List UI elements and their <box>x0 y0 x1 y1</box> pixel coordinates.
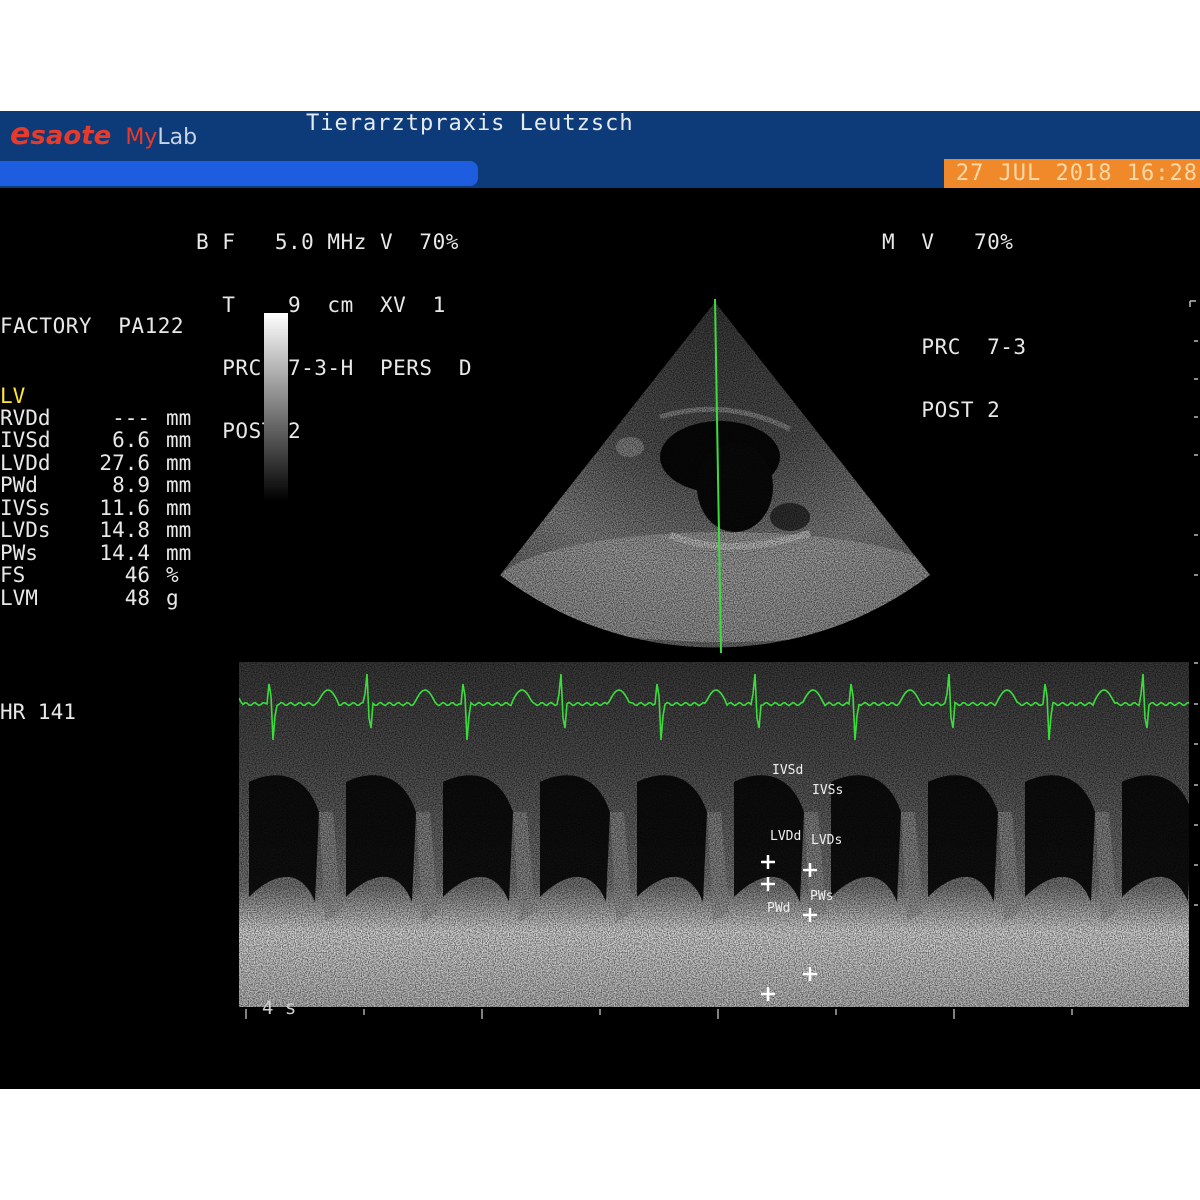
ultrasound-screen: e saote My Lab Tierarztpraxis Leutzsch 27 J… <box>0 111 1200 1089</box>
measurement-label: PWs <box>0 541 38 565</box>
measurement-unit: mm <box>166 406 192 430</box>
caliper-label-ivss: IVSs <box>812 783 844 798</box>
measurement-row: LVDd 27.6 mm <box>0 452 200 475</box>
measurement-value: 48 <box>124 586 150 610</box>
measurement-unit: mm <box>166 428 192 452</box>
clinic-name: Tierarztpraxis Leutzsch <box>306 111 634 136</box>
measurement-row: LVM 48 g <box>0 587 200 610</box>
esaote-mylab-logo: e saote My Lab <box>10 117 197 153</box>
grayscale-bar <box>264 313 288 501</box>
b-param-line: PRC 7-3-H PERS D <box>196 356 473 380</box>
heart-rate: HR 141 <box>0 700 76 724</box>
measurement-unit: mm <box>166 451 192 475</box>
measurement-row: IVSs 11.6 mm <box>0 497 200 520</box>
logo-e: e <box>10 117 31 152</box>
measurement-unit: g <box>166 586 179 610</box>
caliper-label-ivsd: IVSd <box>772 763 804 778</box>
time-ruler <box>245 1009 1073 1019</box>
measurement-label: LVM <box>0 586 38 610</box>
measurement-value: 8.9 <box>112 473 150 497</box>
measurement-row: LVDs 14.8 mm <box>0 519 200 542</box>
logo-lab: Lab <box>157 125 198 150</box>
b-param-line: B F 5.0 MHz V 70% <box>196 230 459 254</box>
measurement-value: 11.6 <box>99 496 150 520</box>
measurement-unit: % <box>166 563 179 587</box>
measurement-label: RVDd <box>0 406 51 430</box>
measurement-label: IVSs <box>0 496 51 520</box>
measurement-value: 46 <box>124 563 150 587</box>
measurement-label: IVSd <box>0 428 51 452</box>
logo-my: My <box>125 125 158 150</box>
measurement-value: 6.6 <box>112 428 150 452</box>
measurement-unit: mm <box>166 541 192 565</box>
measurement-row: RVDd --- mm <box>0 407 200 430</box>
measurement-unit: mm <box>166 518 192 542</box>
measurement-value: 14.4 <box>99 541 150 565</box>
measurement-unit: mm <box>166 496 192 520</box>
caliper-label-lvdd: LVDd <box>770 829 802 844</box>
caliper-label-pwd: PWd <box>767 901 791 916</box>
b-mode-sector-image <box>500 298 930 654</box>
measurement-row: FS 46% <box>0 564 200 587</box>
measurement-unit: mm <box>166 473 192 497</box>
progress-bar <box>0 161 478 186</box>
measurement-label: PWd <box>0 473 38 497</box>
measurement-row: PWs 14.4 mm <box>0 542 200 565</box>
measurement-value: 27.6 <box>99 451 150 475</box>
measurement-value: 14.8 <box>99 518 150 542</box>
preset-label: FACTORY PA122 <box>0 314 185 338</box>
section-label-lv: LV <box>0 384 26 408</box>
date-time: 27 JUL 2018 16:28 <box>944 159 1200 188</box>
measurement-row: PWd 8.9 mm <box>0 474 200 497</box>
m-mode-image <box>239 662 1189 1007</box>
measurement-label: LVDd <box>0 451 51 475</box>
time-scale-label: 4 s <box>262 997 297 1019</box>
measurement-label: LVDs <box>0 518 51 542</box>
measurement-label: FS <box>0 563 26 587</box>
m-param-line: M V 70% <box>882 230 1014 254</box>
measurement-row: IVSd 6.6 mm <box>0 429 200 452</box>
header-bar: e saote My Lab Tierarztpraxis Leutzsch 27 J… <box>0 111 1200 188</box>
measurement-value: --- <box>112 406 150 430</box>
b-mode-parameters: B F 5.0 MHz V 70% T 9 cm XV 1 PRC 7-3-H … <box>196 190 472 484</box>
logo-saote: saote <box>30 121 112 151</box>
b-param-line: T 9 cm XV 1 <box>196 293 446 317</box>
b-param-line: POST 2 <box>196 419 302 443</box>
caliper-label-lvds: LVDs <box>811 833 843 848</box>
caliper-label-pws: PWs <box>810 889 834 904</box>
